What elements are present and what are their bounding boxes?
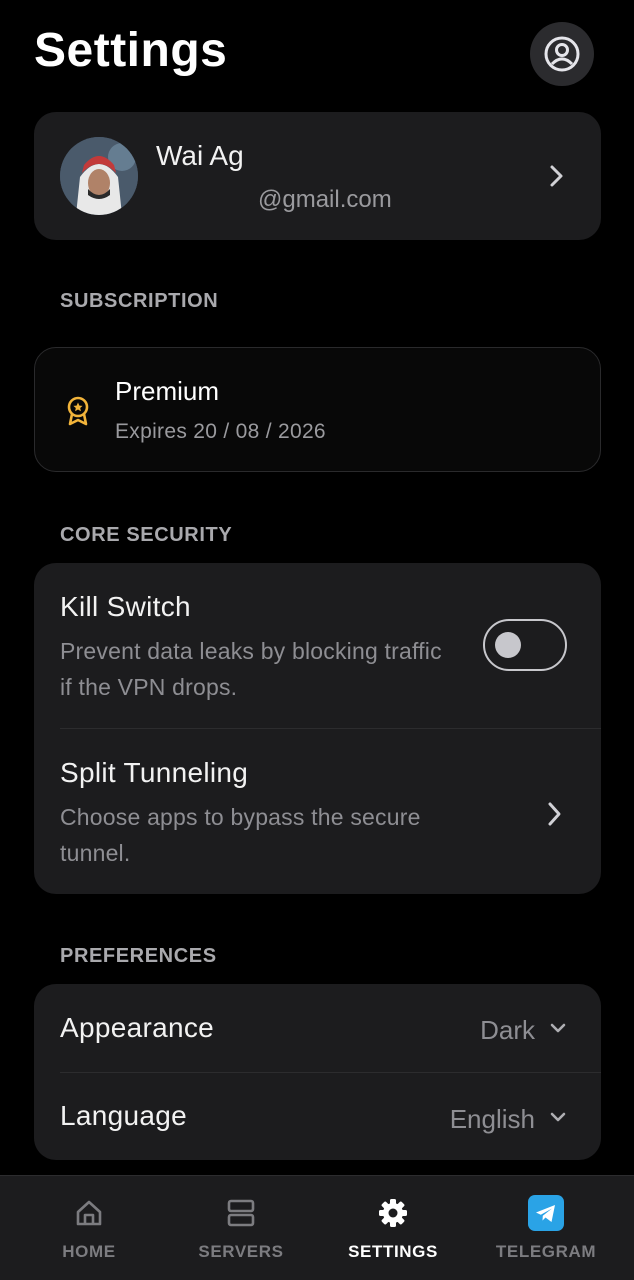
nav-label: TELEGRAM (495, 1242, 597, 1261)
nav-label: HOME (62, 1242, 116, 1261)
preferences-card: Appearance Dark Language English (34, 984, 601, 1160)
language-value[interactable]: English (450, 1104, 535, 1135)
telegram-icon (528, 1195, 564, 1231)
user-circle-icon (544, 36, 580, 72)
subscription-expiry: Expires 20 / 08 / 2026 (115, 420, 326, 443)
kill-switch-description: Prevent data leaks by blocking traffic i… (60, 638, 442, 700)
header: Settings (34, 22, 594, 86)
subscription-card: Premium Expires 20 / 08 / 2026 (34, 347, 601, 472)
split-tunneling-title[interactable]: Split Tunneling (60, 757, 248, 789)
kill-switch-toggle[interactable] (483, 619, 567, 671)
section-label-core-security: CORE SECURITY (60, 524, 233, 546)
bottom-nav: HOME SERVERS SETTINGS TELEGRAM (0, 1175, 634, 1280)
toggle-knob (495, 632, 521, 658)
chevron-down-icon[interactable] (549, 1111, 567, 1123)
appearance-value[interactable]: Dark (480, 1015, 535, 1046)
nav-item-telegram[interactable]: TELEGRAM (494, 1176, 598, 1280)
divider (60, 728, 601, 729)
nav-label: SETTINGS (348, 1242, 438, 1261)
profile-card[interactable]: Wai Ag @gmail.com (34, 112, 601, 240)
award-badge-icon (67, 396, 89, 426)
kill-switch-title: Kill Switch (60, 591, 191, 622)
chevron-right-icon[interactable] (547, 801, 563, 827)
language-label: Language (60, 1100, 187, 1131)
account-button[interactable] (530, 22, 594, 86)
page-title: Settings (34, 24, 228, 77)
avatar (60, 137, 138, 215)
home-icon (76, 1200, 102, 1226)
appearance-label: Appearance (60, 1012, 215, 1043)
nav-label: SERVERS (198, 1242, 284, 1261)
core-security-card: Kill Switch Prevent data leaks by blocki… (34, 563, 601, 894)
gear-icon (379, 1199, 407, 1227)
subscription-plan: Premium (115, 376, 220, 406)
section-label-preferences: PREFERENCES (60, 945, 217, 967)
settings-screen: Settings Wai Ag @gmail.com SUBSCRIPTION … (0, 0, 634, 1280)
server-icon (227, 1199, 255, 1227)
nav-item-settings[interactable]: SETTINGS (344, 1176, 442, 1280)
nav-item-home[interactable]: HOME (52, 1176, 126, 1280)
avatar-photo (60, 137, 138, 215)
profile-name: Wai Ag (156, 140, 244, 171)
chevron-right-icon (550, 165, 563, 187)
split-tunneling-description: Choose apps to bypass the secure tunnel. (60, 804, 421, 866)
divider (60, 1072, 601, 1073)
nav-item-servers[interactable]: SERVERS (196, 1176, 286, 1280)
chevron-down-icon[interactable] (549, 1022, 567, 1034)
profile-email: @gmail.com (258, 186, 392, 213)
section-label-subscription: SUBSCRIPTION (60, 290, 219, 312)
